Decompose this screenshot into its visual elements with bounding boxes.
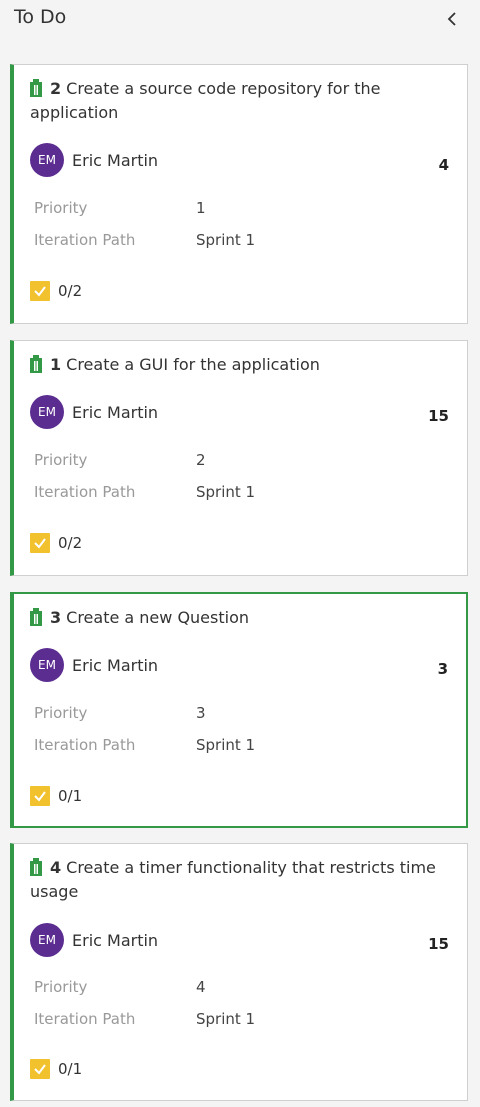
book-icon xyxy=(30,79,42,97)
assignee[interactable]: EM Eric Martin xyxy=(30,648,158,682)
assignee-name: Eric Martin xyxy=(72,930,159,950)
checkbox-icon xyxy=(30,1059,50,1079)
board-column: To Do 2 Create a source code repository f… xyxy=(0,0,480,1107)
avatar: EM xyxy=(30,923,64,957)
tasks-indicator[interactable]: 0/2 xyxy=(30,281,82,301)
card-title-text: Create a new Question xyxy=(66,608,249,627)
work-item-card[interactable]: 4 Create a timer functionality that restr… xyxy=(10,843,468,1101)
card-title[interactable]: 4 Create a timer functionality that restr… xyxy=(30,856,450,904)
iteration-value[interactable]: Sprint 1 xyxy=(196,231,255,249)
iteration-value[interactable]: Sprint 1 xyxy=(196,1010,255,1028)
tasks-count: 0/1 xyxy=(58,787,83,805)
avatar: EM xyxy=(30,395,64,429)
collapse-column-button[interactable] xyxy=(441,8,463,30)
priority-label: Priority xyxy=(34,451,88,469)
card-title[interactable]: 1 Create a GUI for the application xyxy=(30,353,450,377)
card-title[interactable]: 3 Create a new Question xyxy=(30,606,450,630)
tasks-count: 0/1 xyxy=(58,1060,83,1078)
priority-value[interactable]: 4 xyxy=(196,978,206,996)
effort-value[interactable]: 15 xyxy=(428,935,449,953)
card-title-text: Create a timer functionality that restri… xyxy=(30,858,436,901)
work-item-card[interactable]: 1 Create a GUI for the application EM Eri… xyxy=(10,340,468,576)
card-id: 3 xyxy=(50,608,62,627)
assignee-name: Eric Martin xyxy=(72,655,159,675)
checkbox-icon xyxy=(30,533,50,553)
iteration-label: Iteration Path xyxy=(34,736,136,754)
iteration-label: Iteration Path xyxy=(34,483,136,501)
tasks-indicator[interactable]: 0/1 xyxy=(30,786,82,806)
priority-value[interactable]: 1 xyxy=(196,199,206,217)
priority-label: Priority xyxy=(34,199,88,217)
effort-value[interactable]: 4 xyxy=(439,156,449,174)
book-icon xyxy=(30,355,42,373)
assignee-name: Eric Martin xyxy=(72,402,159,422)
column-header: To Do xyxy=(0,0,480,42)
book-icon xyxy=(30,858,42,876)
tasks-count: 0/2 xyxy=(58,534,83,552)
avatar: EM xyxy=(30,143,64,177)
assignee[interactable]: EM Eric Martin xyxy=(30,923,158,957)
card-title-text: Create a source code repository for the … xyxy=(30,79,381,122)
tasks-indicator[interactable]: 0/2 xyxy=(30,533,82,553)
assignee[interactable]: EM Eric Martin xyxy=(30,395,158,429)
assignee[interactable]: EM Eric Martin xyxy=(30,143,158,177)
priority-value[interactable]: 3 xyxy=(196,704,206,722)
iteration-value[interactable]: Sprint 1 xyxy=(196,736,255,754)
checkbox-icon xyxy=(30,281,50,301)
card-id: 2 xyxy=(50,79,62,98)
work-item-card[interactable]: 2 Create a source code repository for the… xyxy=(10,64,468,324)
card-id: 1 xyxy=(50,355,62,374)
effort-value[interactable]: 3 xyxy=(438,660,448,678)
tasks-indicator[interactable]: 0/1 xyxy=(30,1059,82,1079)
card-title[interactable]: 2 Create a source code repository for the… xyxy=(30,77,450,125)
priority-label: Priority xyxy=(34,978,88,996)
card-title-text: Create a GUI for the application xyxy=(66,355,320,374)
iteration-label: Iteration Path xyxy=(34,231,136,249)
chevron-left-icon xyxy=(447,12,456,26)
work-item-card[interactable]: 3 Create a new Question EM Eric Martin 3 … xyxy=(10,592,468,828)
column-title: To Do xyxy=(14,6,67,28)
assignee-name: Eric Martin xyxy=(72,150,159,170)
effort-value[interactable]: 15 xyxy=(428,407,449,425)
avatar: EM xyxy=(30,648,64,682)
tasks-count: 0/2 xyxy=(58,282,83,300)
checkbox-icon xyxy=(30,786,50,806)
priority-value[interactable]: 2 xyxy=(196,451,206,469)
card-id: 4 xyxy=(50,858,62,877)
book-icon xyxy=(30,608,42,626)
iteration-value[interactable]: Sprint 1 xyxy=(196,483,255,501)
iteration-label: Iteration Path xyxy=(34,1010,136,1028)
priority-label: Priority xyxy=(34,704,88,722)
